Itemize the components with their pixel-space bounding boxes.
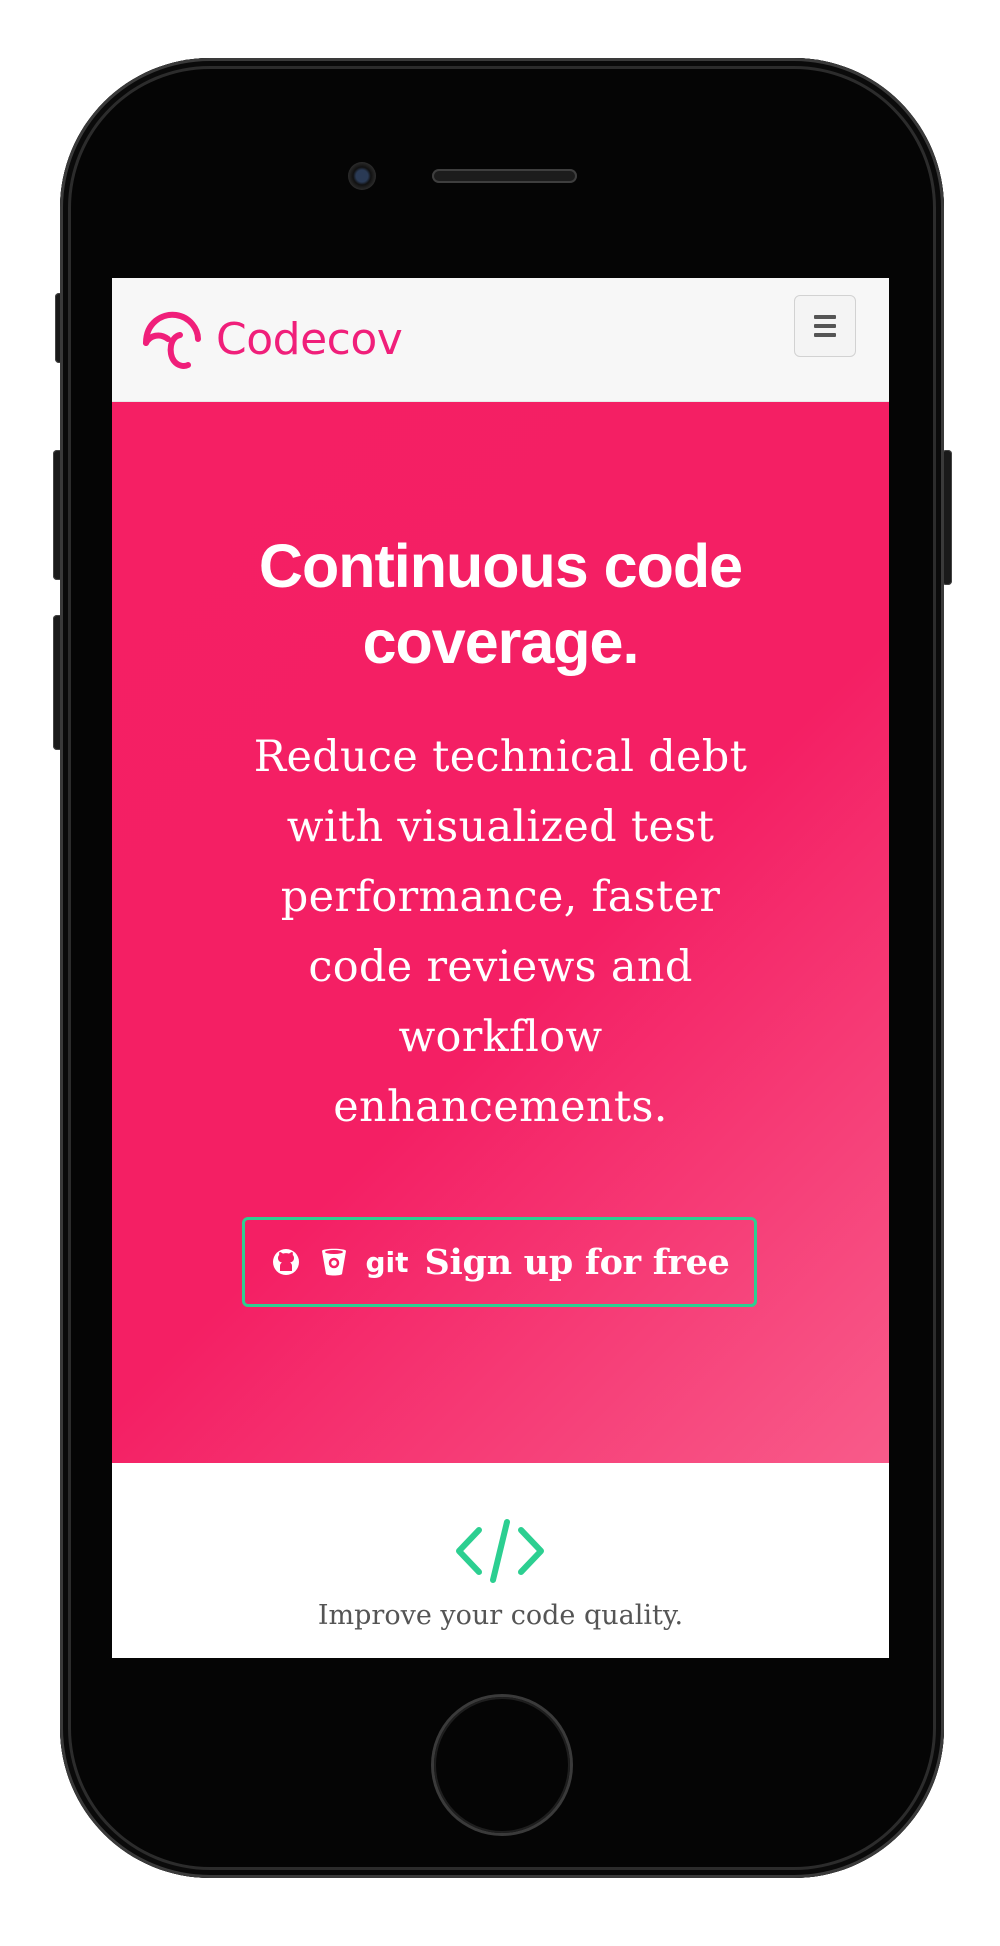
phone-screen: Codecov Continuous code coverage. Reduce… [112,278,889,1658]
front-camera [348,162,376,190]
hero-section: Continuous code coverage. Reduce technic… [112,402,889,1463]
github-icon [269,1245,303,1279]
hero-title: Continuous code coverage. [258,532,743,676]
git-icon: git [365,1245,409,1279]
hamburger-icon-line [814,333,836,337]
hamburger-icon-line [814,324,836,328]
menu-toggle-button[interactable] [794,295,856,357]
signup-button[interactable]: git Sign up for free [242,1217,757,1307]
bitbucket-icon [317,1245,351,1279]
code-brackets-icon [456,1519,544,1583]
hero-subtitle: Reduce technical debt with visualized te… [253,732,748,1132]
feature-title: Improve your code quality. [317,1600,684,1631]
brand-name: Codecov [216,314,403,365]
signup-label: Sign up for free [424,1241,730,1283]
home-button [434,1697,570,1833]
navbar: Codecov [112,278,889,402]
hamburger-icon [814,315,836,319]
earpiece-speaker [432,169,577,183]
codecov-umbrella-icon [143,311,201,369]
brand-link[interactable]: Codecov [140,308,403,372]
features-section: Improve your code quality. [112,1463,889,1658]
